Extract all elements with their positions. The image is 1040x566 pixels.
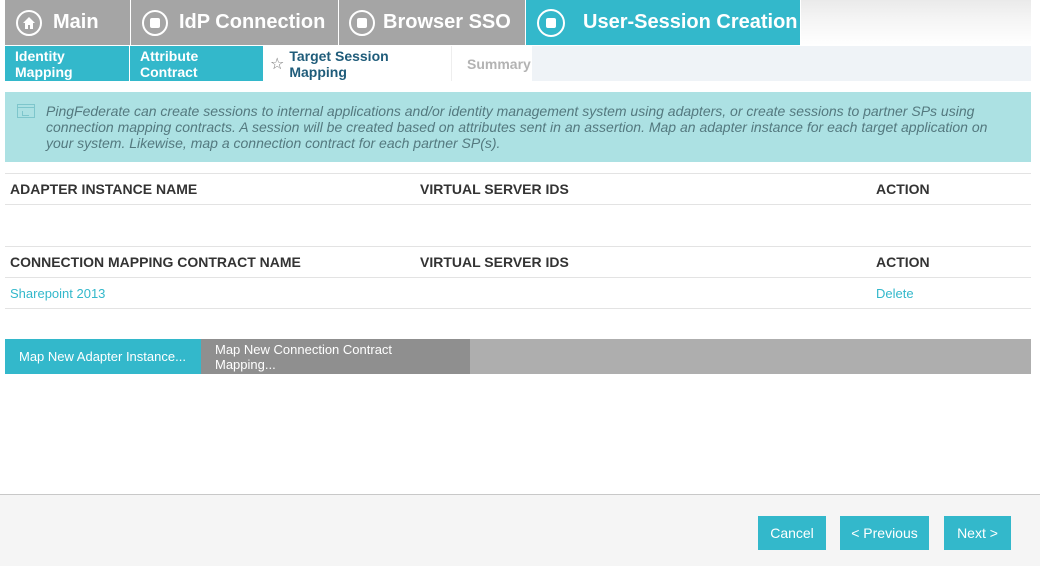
delete-link[interactable]: Delete — [876, 286, 914, 301]
header-connection-mapping-contract-name: CONNECTION MAPPING CONTRACT NAME — [10, 254, 301, 270]
cancel-button[interactable]: Cancel — [758, 516, 826, 550]
subtab-summary-label: Summary — [467, 55, 531, 72]
header-action: ACTION — [876, 181, 930, 197]
header-virtual-server-ids: VIRTUAL SERVER IDS — [420, 254, 569, 270]
contract-name-link[interactable]: Sharepoint 2013 — [10, 286, 105, 301]
info-window-icon — [17, 104, 35, 118]
map-new-adapter-instance-button[interactable]: Map New Adapter Instance... — [5, 339, 201, 374]
subtab-summary[interactable]: Summary — [451, 46, 532, 81]
subtab-target-session-mapping[interactable]: ☆ Target Session Mapping — [264, 46, 451, 81]
sub-tab-bar: Identity Mapping Attribute Contract ☆ Ta… — [5, 46, 1031, 81]
stop-icon — [349, 9, 375, 36]
header-action: ACTION — [876, 254, 930, 270]
contract-table-header: CONNECTION MAPPING CONTRACT NAME VIRTUAL… — [5, 246, 1031, 278]
info-message: PingFederate can create sessions to inte… — [5, 92, 1031, 162]
footer-bar: Cancel < Previous Next > — [0, 494, 1040, 566]
tab-browser-sso[interactable]: Browser SSO — [339, 0, 526, 45]
contract-table: CONNECTION MAPPING CONTRACT NAME VIRTUAL… — [5, 246, 1031, 309]
next-button[interactable]: Next > — [944, 516, 1011, 550]
tab-user-session-creation[interactable]: User-Session Creation — [526, 0, 801, 45]
action-bar: Map New Adapter Instance... Map New Conn… — [5, 339, 1031, 374]
star-icon: ☆ — [270, 55, 285, 73]
tab-browser-sso-label: Browser SSO — [383, 11, 511, 33]
adapter-table: ADAPTER INSTANCE NAME VIRTUAL SERVER IDS… — [5, 173, 1031, 205]
subtab-attribute-contract-label: Attribute Contract — [140, 47, 199, 80]
info-text: PingFederate can create sessions to inte… — [46, 103, 988, 151]
subtab-target-session-mapping-label: Target Session Mapping — [289, 47, 389, 80]
tab-main[interactable]: Main — [5, 0, 131, 45]
subtab-attribute-contract[interactable]: Attribute Contract — [130, 46, 264, 81]
previous-button[interactable]: < Previous — [840, 516, 929, 550]
tab-user-session-creation-label: User-Session Creation — [583, 11, 798, 33]
map-new-connection-contract-mapping-button[interactable]: Map New Connection Contract Mapping... — [201, 339, 470, 374]
header-adapter-instance-name: ADAPTER INSTANCE NAME — [10, 181, 198, 197]
tab-idp-connection-label: IdP Connection — [179, 11, 326, 33]
top-tab-bar: Main IdP Connection Browser SSO User-Ses… — [5, 0, 1031, 45]
subtab-identity-mapping[interactable]: Identity Mapping — [5, 46, 130, 81]
header-virtual-server-ids: VIRTUAL SERVER IDS — [420, 181, 569, 197]
subtab-identity-mapping-label: Identity Mapping — [15, 47, 73, 80]
table-row: Sharepoint 2013 Delete — [5, 278, 1031, 309]
stop-icon — [142, 9, 168, 36]
home-icon — [16, 9, 42, 36]
stop-icon — [537, 8, 565, 37]
tab-main-label: Main — [53, 11, 99, 33]
tab-idp-connection[interactable]: IdP Connection — [131, 0, 339, 45]
adapter-table-header: ADAPTER INSTANCE NAME VIRTUAL SERVER IDS… — [5, 173, 1031, 205]
